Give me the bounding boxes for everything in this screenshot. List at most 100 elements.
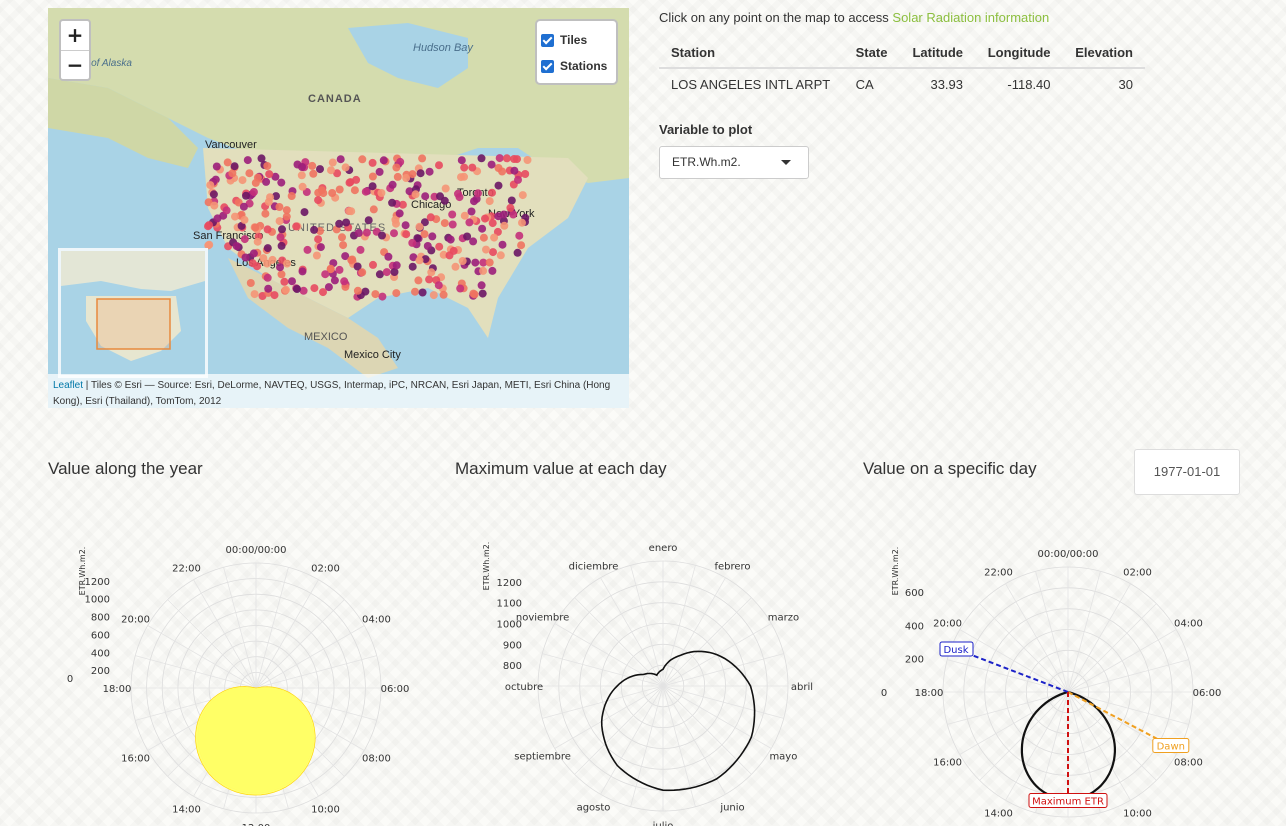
station-marker[interactable] <box>282 212 291 221</box>
station-marker[interactable] <box>336 155 345 164</box>
station-marker[interactable] <box>310 225 319 234</box>
station-marker[interactable] <box>479 266 488 275</box>
station-marker[interactable] <box>470 197 478 206</box>
station-marker[interactable] <box>416 169 425 178</box>
station-marker[interactable] <box>425 167 434 176</box>
station-marker[interactable] <box>378 292 387 301</box>
station-marker[interactable] <box>481 214 489 223</box>
station-marker[interactable] <box>408 170 417 179</box>
station-marker[interactable] <box>231 212 239 221</box>
station-marker[interactable] <box>378 231 386 240</box>
station-marker[interactable] <box>321 270 330 279</box>
station-marker[interactable] <box>485 258 494 267</box>
station-marker[interactable] <box>449 246 458 255</box>
zoom-out-button[interactable]: − <box>61 50 89 79</box>
leaflet-link[interactable]: Leaflet <box>53 380 83 391</box>
station-marker[interactable] <box>368 172 377 181</box>
station-marker[interactable] <box>518 218 526 227</box>
station-marker[interactable] <box>518 191 527 200</box>
station-marker[interactable] <box>354 229 363 237</box>
station-marker[interactable] <box>213 214 222 223</box>
station-marker[interactable] <box>502 154 511 163</box>
station-marker[interactable] <box>393 172 402 181</box>
tiles-toggle[interactable]: Tiles <box>541 27 612 53</box>
station-marker[interactable] <box>314 235 323 244</box>
station-marker[interactable] <box>448 220 457 229</box>
station-marker[interactable] <box>482 245 490 254</box>
station-marker[interactable] <box>411 287 419 296</box>
station-marker[interactable] <box>435 242 444 251</box>
station-marker[interactable] <box>388 180 397 189</box>
station-marker[interactable] <box>209 190 218 199</box>
station-marker[interactable] <box>469 289 478 298</box>
station-marker[interactable] <box>319 189 328 198</box>
station-marker[interactable] <box>411 190 420 199</box>
station-marker[interactable] <box>262 177 271 186</box>
station-marker[interactable] <box>264 284 273 293</box>
station-marker[interactable] <box>293 285 301 293</box>
station-marker[interactable] <box>507 196 516 205</box>
station-marker[interactable] <box>467 207 476 216</box>
station-marker[interactable] <box>477 281 486 290</box>
station-marker[interactable] <box>425 275 434 284</box>
station-marker[interactable] <box>402 230 411 239</box>
solar-info-link[interactable]: Solar Radiation information <box>892 10 1049 25</box>
station-marker[interactable] <box>276 263 284 272</box>
station-marker[interactable] <box>263 225 272 234</box>
station-marker[interactable] <box>330 276 339 285</box>
station-marker[interactable] <box>232 242 241 250</box>
station-marker[interactable] <box>335 265 344 274</box>
variable-select[interactable]: ETR.Wh.m2. <box>659 146 809 179</box>
station-marker[interactable] <box>513 248 522 257</box>
station-marker[interactable] <box>423 242 432 250</box>
station-marker[interactable] <box>309 169 318 178</box>
station-map[interactable]: Hudson Bay CANADA Vancouver Toronto Chic… <box>48 8 629 408</box>
tiles-checkbox[interactable] <box>541 33 554 47</box>
station-marker[interactable] <box>245 169 254 178</box>
station-marker[interactable] <box>288 277 296 286</box>
station-marker[interactable] <box>379 156 388 165</box>
station-marker[interactable] <box>312 251 321 260</box>
station-marker[interactable] <box>314 196 323 205</box>
station-marker[interactable] <box>257 154 266 163</box>
station-marker[interactable] <box>240 215 249 224</box>
station-marker[interactable] <box>281 285 290 294</box>
station-marker[interactable] <box>478 289 487 298</box>
station-marker[interactable] <box>278 225 286 234</box>
station-marker[interactable] <box>460 211 469 220</box>
station-marker[interactable] <box>478 224 487 233</box>
station-marker[interactable] <box>523 156 532 164</box>
station-marker[interactable] <box>277 241 286 250</box>
station-marker[interactable] <box>292 222 301 231</box>
station-marker[interactable] <box>465 218 474 227</box>
station-marker[interactable] <box>457 156 466 165</box>
station-marker[interactable] <box>421 192 430 201</box>
zoom-in-button[interactable]: + <box>61 21 89 50</box>
station-marker[interactable] <box>335 219 344 228</box>
station-marker[interactable] <box>362 228 371 237</box>
station-marker[interactable] <box>206 181 215 190</box>
station-marker[interactable] <box>243 156 252 165</box>
station-marker[interactable] <box>249 249 258 258</box>
station-marker[interactable] <box>364 216 373 225</box>
station-marker[interactable] <box>468 163 477 172</box>
station-marker[interactable] <box>441 184 450 193</box>
station-marker[interactable] <box>474 189 482 198</box>
station-marker[interactable] <box>429 291 438 300</box>
station-marker[interactable] <box>415 222 424 231</box>
station-marker[interactable] <box>347 256 356 265</box>
station-marker[interactable] <box>300 208 309 217</box>
station-marker[interactable] <box>371 290 380 299</box>
station-marker[interactable] <box>263 162 272 170</box>
station-marker[interactable] <box>408 262 417 271</box>
station-marker[interactable] <box>265 170 274 179</box>
station-marker[interactable] <box>477 154 486 163</box>
station-marker[interactable] <box>241 253 250 262</box>
station-marker[interactable] <box>276 233 285 242</box>
station-marker[interactable] <box>426 213 435 222</box>
station-marker[interactable] <box>223 158 232 167</box>
station-marker[interactable] <box>251 223 260 232</box>
station-marker[interactable] <box>375 167 384 176</box>
station-marker[interactable] <box>277 270 286 279</box>
station-marker[interactable] <box>303 245 312 254</box>
